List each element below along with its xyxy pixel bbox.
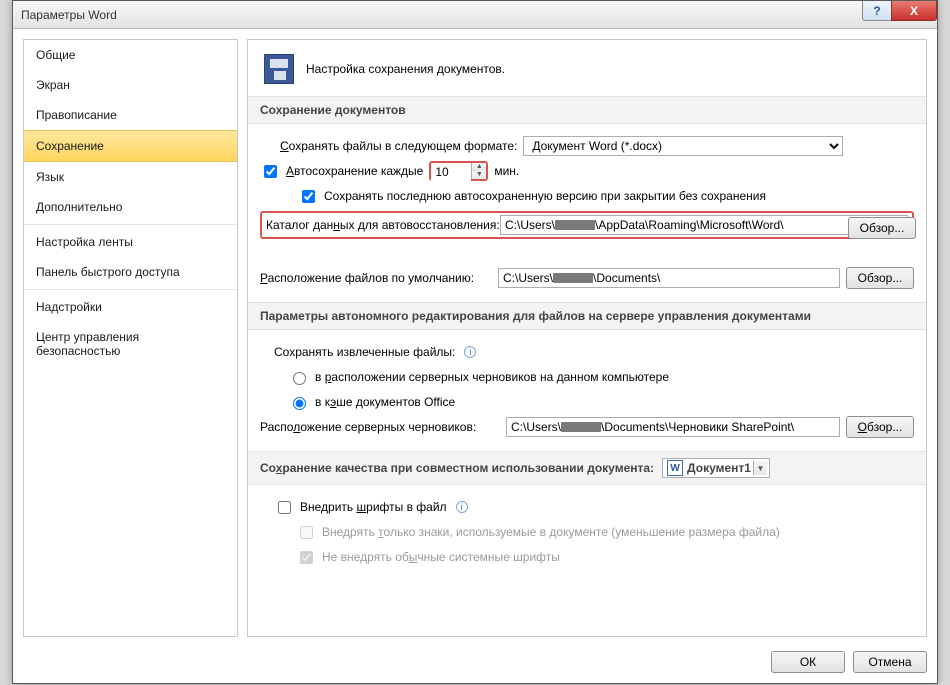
info-icon[interactable]: i	[464, 346, 476, 358]
save-format-label: Сохранять файлы в следующем формате:	[280, 139, 517, 153]
embed-only-used-label: Внедрять только знаки, используемые в до…	[322, 525, 780, 539]
default-loc-browse-button[interactable]: Обзор...	[846, 267, 914, 289]
server-drafts-loc-label: Расположение серверных черновиков:	[260, 420, 500, 434]
embed-fonts-label: Внедрить шрифты в файл	[300, 500, 447, 514]
sidebar: Общие Экран Правописание Сохранение Язык…	[23, 39, 238, 637]
autosave-interval-input[interactable]	[431, 163, 471, 181]
autosave-interval-spinner[interactable]: ▲▼	[429, 161, 488, 181]
save-format-select[interactable]: Документ Word (*.docx)	[523, 136, 843, 156]
autosave-label: Автосохранение каждые	[286, 164, 423, 178]
window-title: Параметры Word	[21, 8, 117, 22]
spin-up[interactable]: ▲	[472, 163, 486, 171]
close-button[interactable]: X	[891, 1, 937, 21]
help-button[interactable]: ?	[862, 1, 892, 21]
server-drafts-browse-button[interactable]: Обзор...	[846, 416, 914, 438]
sidebar-item-save[interactable]: Сохранение	[24, 130, 237, 162]
section-save-docs-header: Сохранение документов	[248, 96, 926, 124]
page-title: Настройка сохранения документов.	[306, 62, 505, 76]
ok-button[interactable]: ОК	[771, 651, 845, 673]
office-cache-radio[interactable]	[293, 397, 306, 410]
section-sharing-quality-header: Сохранение качества при совместном испол…	[248, 451, 926, 485]
word-doc-icon: W	[667, 460, 683, 476]
embed-fonts-checkbox[interactable]	[278, 501, 291, 514]
sidebar-item-addins[interactable]: Надстройки	[24, 292, 237, 322]
keep-last-autosaved-label: Сохранять последнюю автосохраненную верс…	[324, 189, 766, 203]
office-cache-label: в кэше документов Office	[315, 395, 455, 409]
sidebar-item-trustcenter[interactable]: Центр управления безопасностью	[24, 322, 237, 366]
autosave-checkbox[interactable]	[264, 165, 277, 178]
chevron-down-icon: ▼	[753, 461, 767, 475]
sidebar-item-qat[interactable]: Панель быстрого доступа	[24, 257, 237, 287]
default-loc-input[interactable]: C:\Users\\Documents\	[498, 268, 840, 288]
no-system-fonts-checkbox	[300, 551, 313, 564]
autosave-unit: мин.	[494, 164, 519, 178]
target-document-select[interactable]: W Документ1 ▼	[662, 458, 770, 478]
embed-only-used-checkbox	[300, 526, 313, 539]
server-drafts-loc-input[interactable]: C:\Users\\Documents\Черновики SharePoint…	[506, 417, 840, 437]
sidebar-item-advanced[interactable]: Дополнительно	[24, 192, 237, 222]
sidebar-item-general[interactable]: Общие	[24, 40, 237, 70]
sidebar-item-display[interactable]: Экран	[24, 70, 237, 100]
save-icon	[264, 54, 294, 84]
sidebar-item-language[interactable]: Язык	[24, 162, 237, 192]
server-drafts-local-radio[interactable]	[293, 372, 306, 385]
content-pane: Настройка сохранения документов. Сохране…	[247, 39, 927, 637]
section-offline-edit-header: Параметры автономного редактирования для…	[248, 302, 926, 330]
options-dialog: Параметры Word ? X Общие Экран Правописа…	[12, 0, 938, 684]
info-icon[interactable]: i	[456, 501, 468, 513]
titlebar: Параметры Word ? X	[13, 1, 937, 29]
server-drafts-local-label: в расположении серверных черновиков на д…	[315, 370, 669, 384]
spin-down[interactable]: ▼	[472, 171, 486, 179]
autorecover-browse-button[interactable]: Обзор...	[848, 217, 916, 239]
no-system-fonts-label: Не внедрять обычные системные шрифты	[322, 550, 560, 564]
cancel-button[interactable]: Отмена	[853, 651, 927, 673]
sidebar-item-ribbon[interactable]: Настройка ленты	[24, 227, 237, 257]
keep-last-autosaved-checkbox[interactable]	[302, 190, 315, 203]
default-loc-label: Расположение файлов по умолчанию:	[260, 271, 492, 285]
sidebar-item-proofing[interactable]: Правописание	[24, 100, 237, 130]
save-checked-out-label: Сохранять извлеченные файлы:	[274, 345, 455, 359]
